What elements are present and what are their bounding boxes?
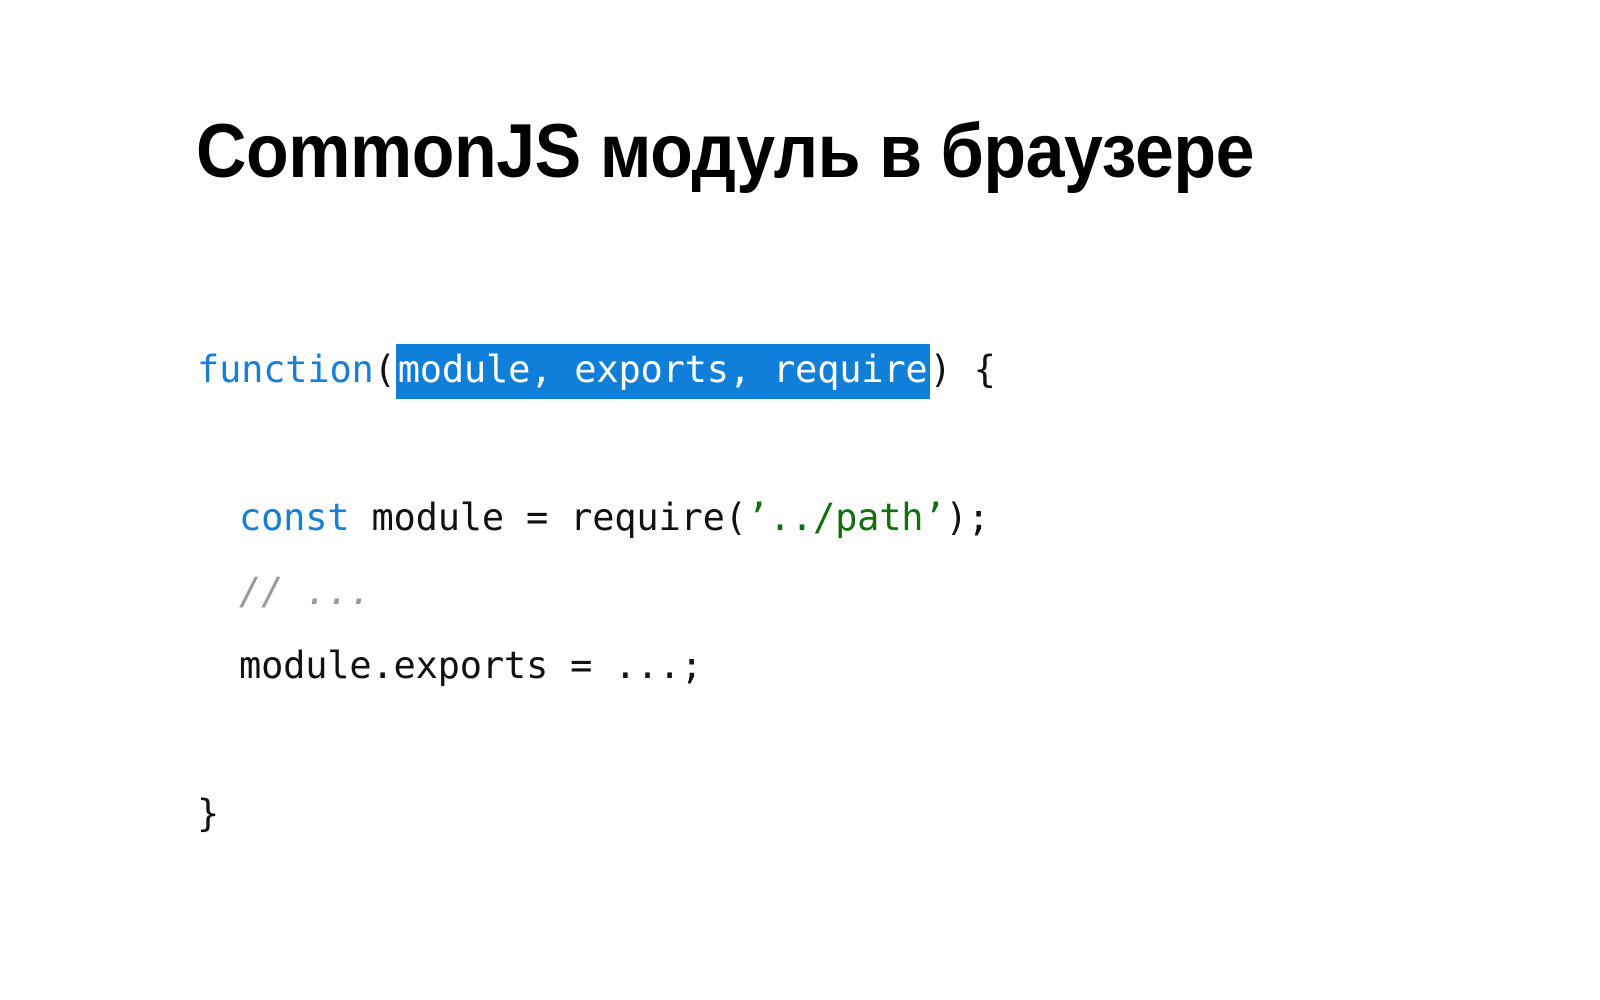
code-token-plain: module.exports = ...;	[239, 644, 703, 687]
code-token-plain: (	[373, 348, 396, 391]
code-token-plain: );	[945, 496, 990, 539]
code-line: function(module, exports, require) {	[197, 333, 1377, 407]
code-token-highlighted: module, exports, require	[395, 344, 930, 399]
code-line: const module = require(’../path’);	[197, 481, 1377, 555]
code-line: module.exports = ...;	[197, 629, 1377, 703]
code-token-plain: }	[197, 792, 220, 835]
code-token-keyword: function	[197, 348, 374, 391]
code-token-string: ’../path’	[746, 496, 946, 539]
code-token-plain: )	[929, 348, 952, 391]
code-token-keyword: const	[239, 496, 350, 539]
code-line: // ...	[197, 555, 1377, 629]
code-token-comment: // ...	[239, 570, 372, 613]
code-line: }	[197, 777, 1377, 851]
code-token-plain: {	[951, 348, 996, 391]
page-title: CommonJS модуль в браузере	[196, 109, 1255, 194]
slide-root: CommonJS модуль в браузере function(modu…	[0, 0, 1600, 1000]
code-block: function(module, exports, require) { con…	[197, 333, 1377, 851]
code-token-plain: module = require(	[349, 496, 747, 539]
